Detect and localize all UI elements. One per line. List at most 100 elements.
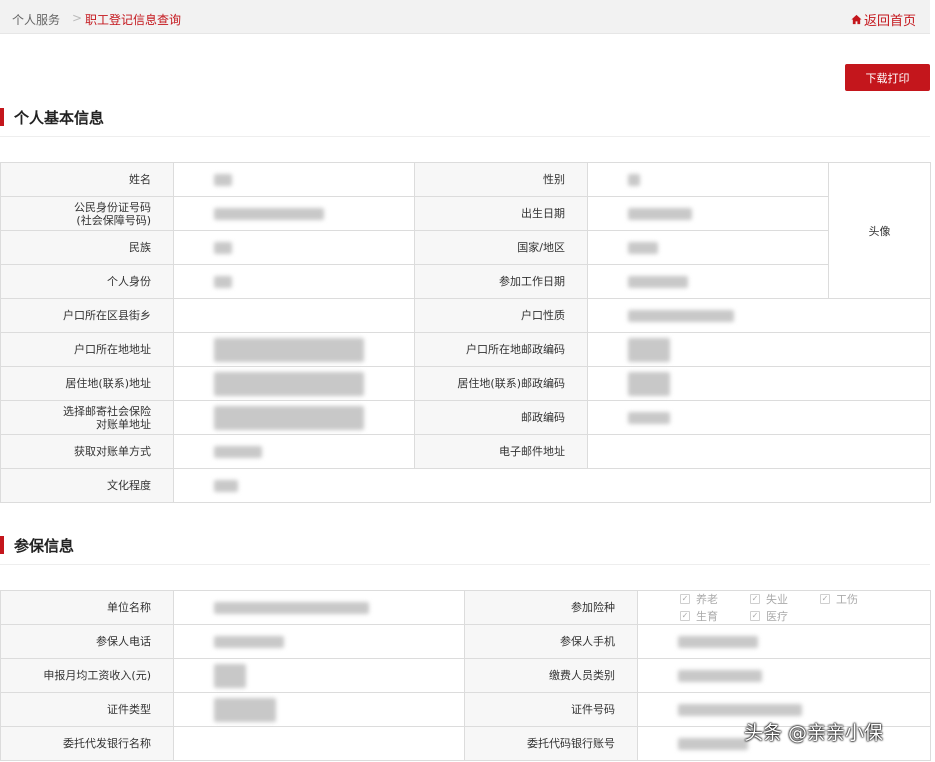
residence-postcode-label: 居住地(联系)邮政编码 <box>414 366 588 401</box>
table-row: 获取对账单方式 电子邮件地址 <box>0 434 931 469</box>
insurance-type-checkbox[interactable]: ✓ 养老 <box>680 591 732 607</box>
email-label: 电子邮件地址 <box>414 434 588 469</box>
table-row: 文化程度 <box>0 468 931 503</box>
redacted-value <box>214 663 246 688</box>
insurance-section-title: 参保信息 <box>0 535 74 555</box>
insurance-type-checkbox[interactable]: ✓ 失业 <box>750 591 802 607</box>
mail-address-label: 选择邮寄社会保险 对账单地址 <box>0 400 174 435</box>
redacted-value <box>628 208 692 220</box>
identity-value <box>173 264 415 299</box>
residence-postcode-value <box>587 366 931 401</box>
gender-value <box>587 162 829 197</box>
basic-info-title: 个人基本信息 <box>14 108 105 127</box>
name-label: 姓名 <box>0 162 174 197</box>
insurance-type-label: 医疗 <box>766 610 788 623</box>
hukou-postcode-label: 户口所在地邮政编码 <box>414 332 588 367</box>
home-link[interactable]: 返回首页 <box>851 10 916 29</box>
table-row: 公民身份证号码 (社会保障号码) 出生日期 <box>0 196 931 231</box>
breadcrumb-bar: 个人服务 > 职工登记信息查询 返回首页 <box>0 0 930 34</box>
employer-label: 单位名称 <box>0 590 174 625</box>
section-accent-bar <box>0 536 4 554</box>
redacted-value <box>214 446 262 458</box>
mobile-label: 参保人手机 <box>464 624 638 659</box>
bank-name-label: 委托代发银行名称 <box>0 726 174 761</box>
table-row: 居住地(联系)地址 居住地(联系)邮政编码 <box>0 366 931 401</box>
redacted-value <box>628 174 640 186</box>
table-row: 姓名 性别 头像 <box>0 162 931 299</box>
insurance-type-label: 失业 <box>766 593 788 606</box>
redacted-value <box>628 276 688 288</box>
ethnicity-value <box>173 230 415 265</box>
insurance-type-checkbox[interactable]: ✓ 医疗 <box>750 608 802 624</box>
download-print-button[interactable]: 下载打印 <box>845 64 930 91</box>
redacted-value <box>214 174 232 186</box>
insurance-types-value: ✓ 养老 ✓ 失业 ✓ 工伤 ✓ 生育 ✓ 医疗 <box>637 590 931 625</box>
doc-number-label: 证件号码 <box>464 692 638 727</box>
work-start-label: 参加工作日期 <box>414 264 588 299</box>
gender-label: 性别 <box>414 162 588 197</box>
section-accent-bar <box>0 108 4 126</box>
birth-date-label: 出生日期 <box>414 196 588 231</box>
breadcrumb-separator: > <box>72 11 83 25</box>
redacted-value <box>214 636 284 648</box>
redacted-value <box>214 242 232 254</box>
redacted-value <box>628 371 670 396</box>
redacted-value <box>628 412 670 424</box>
insurance-types-checkboxes: ✓ 养老 ✓ 失业 ✓ 工伤 ✓ 生育 ✓ 医疗 <box>680 591 880 624</box>
redacted-value <box>678 704 802 716</box>
redacted-value <box>214 337 364 362</box>
insurance-type-checkbox[interactable]: ✓ 生育 <box>680 608 732 624</box>
table-row: 民族 国家/地区 <box>0 230 931 265</box>
id-number-label-line1: 公民身份证号码 <box>74 200 151 214</box>
doc-type-value <box>173 692 465 727</box>
education-value <box>173 468 931 503</box>
hukou-type-value <box>587 298 931 333</box>
phone-label: 参保人电话 <box>0 624 174 659</box>
checkbox-check-icon: ✓ <box>680 611 690 621</box>
mail-address-value <box>173 400 415 435</box>
mobile-value <box>637 624 931 659</box>
section-divider <box>0 564 930 565</box>
id-number-value <box>173 196 415 231</box>
table-row: 单位名称 参加险种 ✓ 养老 ✓ 失业 ✓ 工伤 ✓ 生育 ✓ 医疗 <box>0 590 931 625</box>
watermark: 头条 @亲亲小保 <box>744 722 884 744</box>
redacted-value <box>628 337 670 362</box>
hukou-type-label: 户口性质 <box>414 298 588 333</box>
id-number-label-line2: (社会保障号码) <box>76 213 151 227</box>
section-divider <box>0 136 930 137</box>
statement-method-label: 获取对账单方式 <box>0 434 174 469</box>
redacted-value <box>678 670 762 682</box>
checkbox-check-icon: ✓ <box>750 594 760 604</box>
redacted-value <box>678 738 748 750</box>
checkbox-check-icon: ✓ <box>820 594 830 604</box>
breadcrumb-root[interactable]: 个人服务 <box>12 11 60 28</box>
country-label: 国家/地区 <box>414 230 588 265</box>
insurance-type-label: 生育 <box>696 610 718 623</box>
table-row: 户口所在地地址 户口所在地邮政编码 <box>0 332 931 367</box>
redacted-value <box>214 480 238 492</box>
name-value <box>173 162 415 197</box>
breadcrumb-current[interactable]: 职工登记信息查询 <box>85 11 181 28</box>
identity-label: 个人身份 <box>0 264 174 299</box>
home-icon <box>851 14 862 25</box>
insurance-type-checkbox[interactable]: ✓ 工伤 <box>820 591 872 607</box>
hukou-district-label: 户口所在区县街乡 <box>0 298 174 333</box>
table-row: 户口所在区县街乡 户口性质 <box>0 298 931 333</box>
table-row: 申报月均工资收入(元) 缴费人员类别 <box>0 658 931 693</box>
table-row: 选择邮寄社会保险 对账单地址 邮政编码 <box>0 400 931 435</box>
monthly-income-value <box>173 658 465 693</box>
statement-method-value <box>173 434 415 469</box>
hukou-district-value <box>173 298 415 333</box>
ethnicity-label: 民族 <box>0 230 174 265</box>
payer-category-label: 缴费人员类别 <box>464 658 638 693</box>
checkbox-check-icon: ✓ <box>750 611 760 621</box>
redacted-value <box>628 310 734 322</box>
postcode-value <box>587 400 931 435</box>
country-value <box>587 230 829 265</box>
residence-address-label: 居住地(联系)地址 <box>0 366 174 401</box>
avatar: 头像 <box>828 162 931 299</box>
id-number-label: 公民身份证号码 (社会保障号码) <box>0 196 174 231</box>
redacted-value <box>628 242 658 254</box>
payer-category-value <box>637 658 931 693</box>
email-value <box>587 434 931 469</box>
